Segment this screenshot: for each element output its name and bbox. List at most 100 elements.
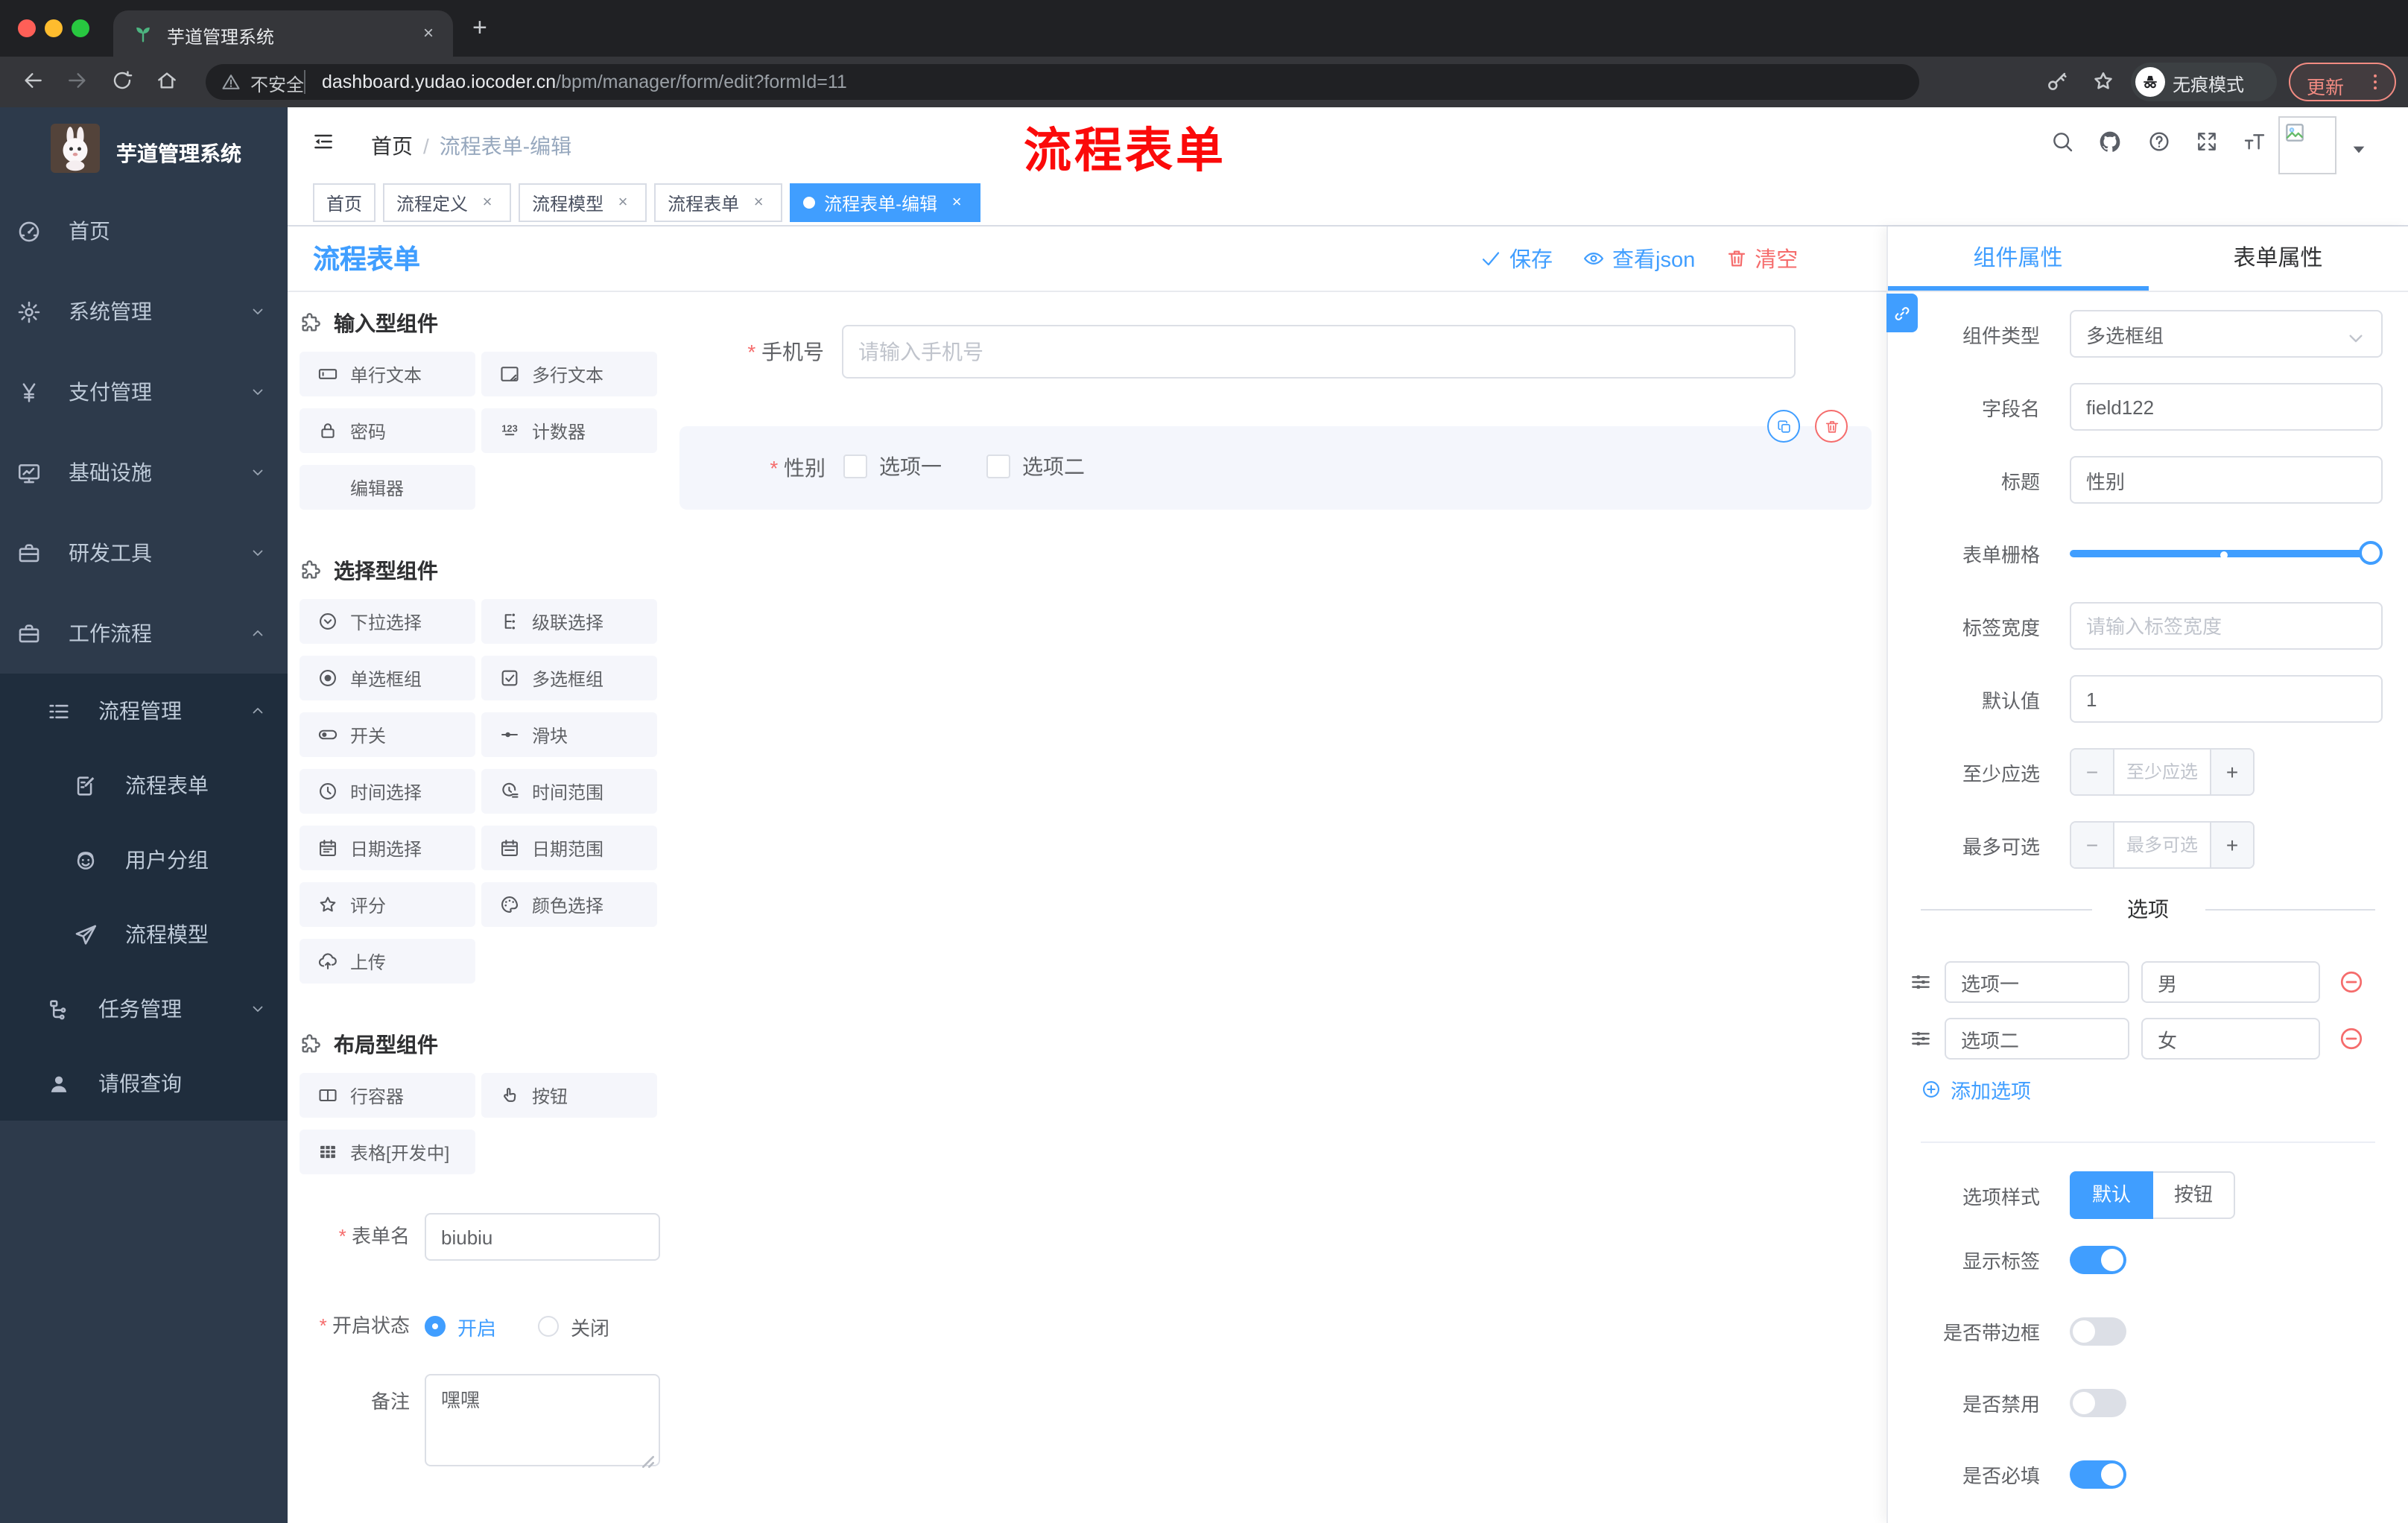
link-handle[interactable] [1886, 294, 1918, 332]
selected-component-gender[interactable]: 性别 选项一 选项二 [679, 410, 1872, 510]
traffic-light-zoom[interactable] [72, 19, 89, 37]
stepper-plus-button[interactable]: + [2210, 823, 2253, 867]
sidebar-item-任务管理[interactable]: 任务管理 [0, 972, 288, 1046]
forward-icon[interactable] [66, 69, 89, 92]
component-item-多行文本[interactable]: 多行文本 [481, 352, 657, 396]
tag-流程表单[interactable]: 流程表单 × [654, 183, 783, 222]
sidebar-item-流程模型[interactable]: 流程模型 [0, 897, 288, 972]
form-grid-slider[interactable] [2070, 529, 2383, 577]
checkbox-icon[interactable] [986, 454, 1010, 478]
component-item-表格[开发中][interactable]: 表格[开发中] [300, 1130, 475, 1174]
sidebar-item-工作流程[interactable]: 工作流程 [0, 593, 288, 674]
component-item-时间选择[interactable]: 时间选择 [300, 769, 475, 814]
password-key-icon[interactable] [2044, 69, 2070, 94]
toggle-switch-是否必填[interactable] [2070, 1460, 2126, 1488]
sidebar-item-基础设施[interactable]: 基础设施 [0, 432, 288, 513]
search-icon[interactable] [2050, 130, 2074, 153]
tag-close-icon[interactable]: × [477, 194, 498, 212]
remove-option-icon[interactable] [2338, 1025, 2365, 1052]
back-icon[interactable] [21, 69, 45, 92]
status-radio-on[interactable]: 开启 [425, 1312, 496, 1340]
component-item-编辑器[interactable]: 编辑器 [300, 465, 475, 510]
component-item-颜色选择[interactable]: 颜色选择 [481, 882, 657, 927]
component-item-级联选择[interactable]: 级联选择 [481, 599, 657, 644]
component-item-按钮[interactable]: 按钮 [481, 1073, 657, 1118]
delete-component-button[interactable] [1815, 410, 1848, 443]
tag-流程表单-编辑[interactable]: 流程表单-编辑 × [790, 183, 981, 222]
clear-button[interactable]: 清空 [1725, 243, 1798, 274]
stepper-minus-button[interactable]: − [2071, 823, 2114, 867]
component-item-下拉选择[interactable]: 下拉选择 [300, 599, 475, 644]
status-radio-off[interactable]: 关闭 [538, 1312, 609, 1340]
menu-dots-icon[interactable] [2365, 72, 2386, 92]
stepper-minus-button[interactable]: − [2071, 750, 2114, 794]
option-label-input[interactable] [1945, 961, 2129, 1003]
title-input[interactable] [2070, 456, 2383, 504]
label-width-input[interactable] [2070, 602, 2383, 650]
checkbox-icon[interactable] [843, 454, 867, 478]
component-item-密码[interactable]: 密码 [300, 408, 475, 453]
hamburger-icon[interactable] [311, 130, 335, 153]
reload-icon[interactable] [110, 69, 134, 92]
form-canvas[interactable]: 手机号 性别 选项一 选项二 [678, 292, 1886, 1523]
component-item-上传[interactable]: 上传 [300, 939, 475, 984]
toggle-switch-是否带边框[interactable] [2070, 1317, 2126, 1345]
component-item-开关[interactable]: 开关 [300, 712, 475, 757]
sidebar-item-首页[interactable]: 首页 [0, 191, 288, 271]
tag-close-icon[interactable]: × [946, 194, 967, 212]
update-chip[interactable]: 更新 [2289, 63, 2396, 101]
browser-tab[interactable]: 芋道管理系统 × [113, 10, 453, 57]
option-label-input[interactable] [1945, 1018, 2129, 1060]
fullscreen-icon[interactable] [2195, 130, 2219, 153]
checkbox-option-选项二[interactable]: 选项二 [986, 451, 1085, 481]
security-label[interactable]: 不安全 [250, 72, 304, 97]
style-button-button[interactable]: 按钮 [2153, 1171, 2236, 1219]
form-name-input[interactable] [425, 1213, 660, 1261]
component-item-评分[interactable]: 评分 [300, 882, 475, 927]
sidebar-item-请假查询[interactable]: 请假查询 [0, 1046, 288, 1121]
address-bar[interactable]: 不安全 dashboard.yudao.iocoder.cn/bpm/manag… [206, 64, 1919, 100]
option-value-input[interactable] [2141, 1018, 2320, 1060]
save-button[interactable]: 保存 [1480, 243, 1553, 274]
component-item-多选框组[interactable]: 多选框组 [481, 656, 657, 700]
url-text[interactable]: dashboard.yudao.iocoder.cn/bpm/manager/f… [322, 72, 847, 92]
tag-流程模型[interactable]: 流程模型 × [519, 183, 647, 222]
breadcrumb-home[interactable]: 首页 [371, 134, 413, 158]
tab-form-props[interactable]: 表单属性 [2148, 227, 2408, 291]
component-item-日期范围[interactable]: 日期范围 [481, 826, 657, 870]
avatar-caret-icon[interactable] [2347, 137, 2371, 161]
component-type-select[interactable] [2070, 310, 2383, 358]
update-label[interactable]: 更新 [2307, 72, 2344, 100]
field-name-input[interactable] [2070, 383, 2383, 431]
font-size-icon[interactable] [2243, 130, 2266, 153]
option-value-input[interactable] [2141, 961, 2320, 1003]
traffic-light-minimize[interactable] [45, 19, 63, 37]
user-avatar-broken-image[interactable] [2278, 116, 2336, 174]
github-icon[interactable] [2098, 130, 2122, 153]
component-item-日期选择[interactable]: 日期选择 [300, 826, 475, 870]
checkbox-option-选项一[interactable]: 选项一 [843, 451, 942, 481]
resize-grip-icon[interactable] [633, 1447, 657, 1471]
style-default-button[interactable]: 默认 [2070, 1171, 2154, 1219]
component-item-单行文本[interactable]: 单行文本 [300, 352, 475, 396]
sidebar-item-流程管理[interactable]: 流程管理 [0, 674, 288, 748]
component-type-value[interactable] [2070, 310, 2383, 358]
toggle-switch-显示标签[interactable] [2070, 1245, 2126, 1273]
tab-component-props[interactable]: 组件属性 [1888, 227, 2148, 291]
component-item-计数器[interactable]: 计数器 [481, 408, 657, 453]
remove-option-icon[interactable] [2338, 969, 2365, 995]
default-value-input[interactable] [2070, 675, 2383, 723]
tag-首页[interactable]: 首页 [313, 183, 376, 222]
sidebar-item-支付管理[interactable]: 支付管理 [0, 352, 288, 432]
slider-handle[interactable] [2359, 541, 2383, 565]
tab-close-icon[interactable]: × [416, 21, 441, 46]
toggle-switch-是否禁用[interactable] [2070, 1388, 2126, 1416]
phone-field-row[interactable]: 手机号 [678, 325, 1886, 379]
component-item-行容器[interactable]: 行容器 [300, 1073, 475, 1118]
form-remark-textarea[interactable] [425, 1374, 660, 1466]
stepper-plus-button[interactable]: + [2210, 750, 2253, 794]
min-select-placeholder[interactable]: 至少应选 [2114, 750, 2210, 794]
sidebar-item-研发工具[interactable]: 研发工具 [0, 513, 288, 593]
home-icon[interactable] [155, 69, 179, 92]
sidebar-item-流程表单[interactable]: 流程表单 [0, 748, 288, 823]
